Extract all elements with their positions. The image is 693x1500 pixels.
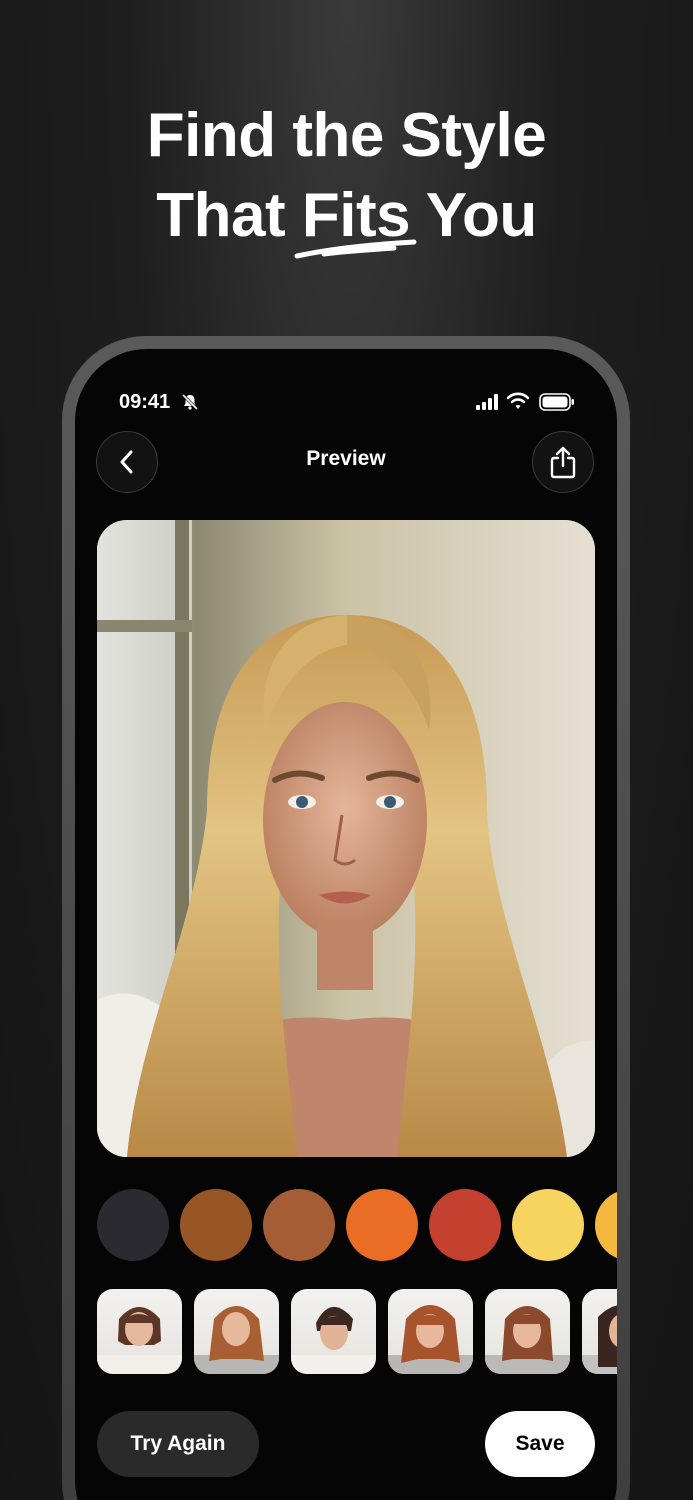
hairstyle-bangs-image [485, 1306, 570, 1374]
portrait-image [97, 520, 595, 1157]
try-again-button[interactable]: Try Again [97, 1411, 259, 1477]
hairstyle-thumb-4[interactable] [388, 1289, 473, 1374]
hairstyle-wavy-image [194, 1306, 279, 1374]
headline-suffix: You [410, 181, 538, 250]
hairstyle-bob-image [97, 1307, 182, 1374]
headline: Find the Style That Fits You [0, 96, 693, 259]
battery-icon [539, 393, 574, 411]
swatch-yellow[interactable] [512, 1189, 584, 1261]
preview-photo [97, 520, 595, 1157]
share-icon [550, 446, 576, 479]
status-bar: 09:41 [75, 349, 617, 449]
hairstyle-thumb-5[interactable] [485, 1289, 570, 1374]
hairstyle-long-image [582, 1305, 617, 1374]
signal-icon [476, 394, 498, 410]
status-time: 09:41 [119, 391, 171, 413]
headline-highlight: Fits [294, 176, 417, 259]
wifi-icon [507, 392, 529, 409]
hairstyle-thumbnails [97, 1289, 617, 1375]
swatch-orange[interactable] [346, 1189, 418, 1261]
hairstyle-shag-image [388, 1305, 473, 1374]
hairstyle-thumb-3[interactable] [291, 1289, 376, 1374]
hairstyle-thumb-6[interactable] [582, 1289, 617, 1374]
underline-swash-icon [294, 239, 417, 259]
bell-muted-icon [181, 393, 199, 411]
swatch-golden[interactable] [595, 1189, 617, 1261]
share-button[interactable] [532, 431, 594, 493]
hairstyle-thumb-1[interactable] [97, 1289, 182, 1374]
swatch-light-brown[interactable] [263, 1189, 335, 1261]
headline-line-1: Find the Style [146, 101, 547, 170]
phone-frame: 09:41 Preview Try Again Save [62, 336, 630, 1500]
save-button[interactable]: Save [485, 1411, 595, 1477]
swatch-red[interactable] [429, 1189, 501, 1261]
hairstyle-thumb-2[interactable] [194, 1289, 279, 1374]
headline-line-2: That Fits You [0, 176, 693, 259]
headline-prefix: That [156, 181, 302, 250]
swatch-black[interactable] [97, 1189, 169, 1261]
hairstyle-pixie-image [291, 1306, 376, 1374]
color-swatches [97, 1189, 617, 1261]
swatch-brown[interactable] [180, 1189, 252, 1261]
phone-screen: 09:41 Preview Try Again Save [75, 349, 617, 1500]
